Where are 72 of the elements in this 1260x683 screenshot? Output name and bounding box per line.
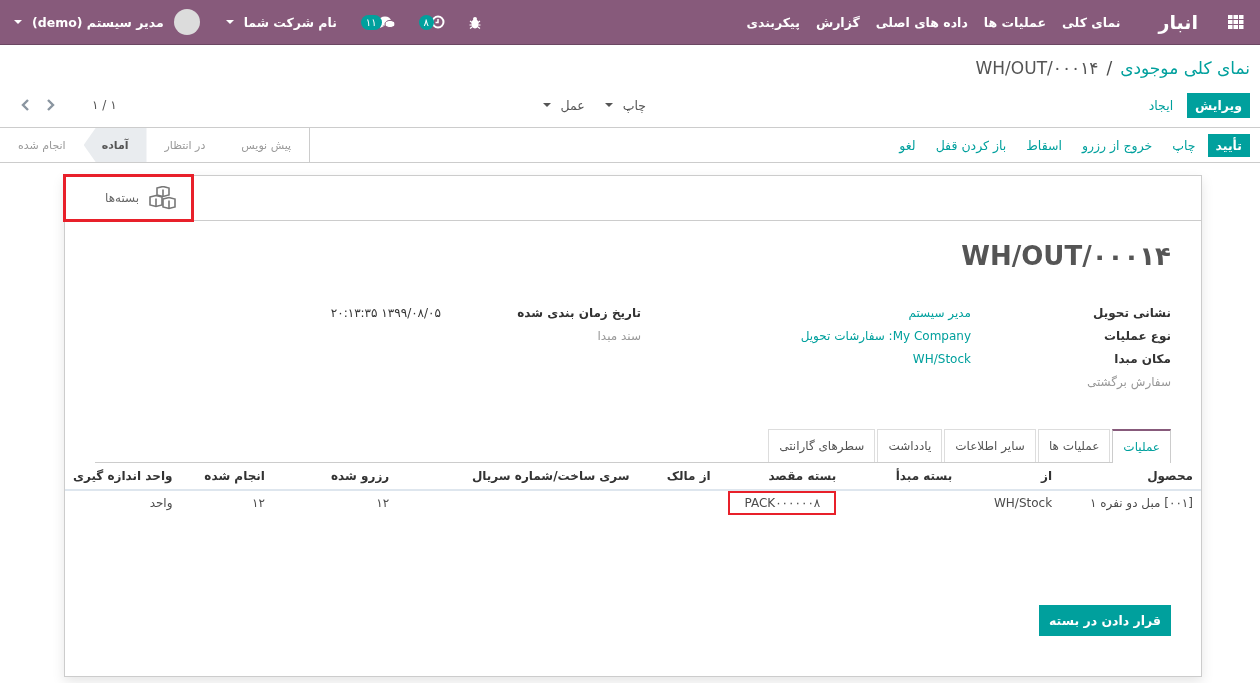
dropdown-button[interactable]: عمل	[556, 93, 589, 117]
messages-indicator[interactable]: ۱۱	[360, 14, 395, 30]
dropdown-button[interactable]: چاپ	[618, 93, 650, 117]
breadcrumb-current: WH/OUT/۰۰۰۱۴	[975, 58, 1099, 78]
status-step[interactable]: آماده	[83, 128, 147, 162]
field-label: نوع عملیات	[1103, 328, 1171, 343]
action-button[interactable]: لغو	[891, 133, 924, 157]
field-value-link[interactable]: مدیر سیستم	[908, 305, 971, 320]
caret-icon	[225, 20, 234, 24]
put-in-pack-button[interactable]: قرار دادن در بسته	[1039, 605, 1171, 636]
menu-item[interactable]: داده های اصلی	[875, 14, 968, 30]
caret-icon	[14, 20, 22, 24]
field-label: مکان مبدا	[1113, 351, 1171, 366]
toolbar-button[interactable]: ویرایش	[1187, 92, 1250, 118]
toolbar-button[interactable]: ایجاد	[1140, 92, 1182, 118]
column-header[interactable]: محصول	[1060, 463, 1201, 490]
notebook-tab[interactable]: عملیات	[1112, 429, 1171, 463]
column-header[interactable]: بسته مبدأ	[844, 463, 961, 490]
column-header[interactable]: رزرو شده	[272, 463, 398, 490]
clock-icon	[430, 15, 445, 29]
boxes-icon	[149, 186, 178, 210]
record-title: WH/OUT/۰۰۰۱۴	[960, 241, 1171, 271]
action-button[interactable]: باز کردن قفل	[927, 133, 1015, 157]
field-value-link[interactable]: WH/Stock	[912, 351, 971, 366]
menu-item[interactable]: پیکربندی	[746, 14, 800, 30]
notebook-tab[interactable]: سطرهای گارانتی	[768, 429, 876, 462]
breadcrumb-link[interactable]: نمای کلی موجودی	[1120, 58, 1250, 78]
column-header[interactable]: انجام شده	[180, 463, 273, 490]
table-cell: WH/Stock	[993, 496, 1053, 510]
table-cell: PACK۰۰۰۰۰۰۸	[728, 491, 837, 515]
apps-grid-icon[interactable]	[1228, 15, 1244, 29]
pager-value: ۱ / ۱	[92, 98, 117, 112]
status-step[interactable]: انجام شده	[0, 128, 84, 162]
breadcrumb-separator: /	[1106, 58, 1113, 78]
action-button[interactable]: تأیید	[1207, 133, 1250, 157]
action-button[interactable]: چاپ	[1164, 133, 1204, 157]
field-label: سند مبدا	[596, 328, 641, 343]
table-cell: ۱۲	[252, 496, 265, 510]
user-menu[interactable]: مدیر سیستم (demo)	[32, 14, 164, 30]
action-button[interactable]: اسقاط	[1018, 133, 1070, 157]
activity-indicator[interactable]: ۸	[418, 14, 445, 30]
app-brand[interactable]: انبار	[1158, 11, 1198, 33]
notebook-tab[interactable]: سایر اطلاعات	[944, 429, 1036, 462]
field-value: ۱۳۹۹/۰۸/۰۵ ۲۰:۱۳:۳۵	[330, 305, 441, 320]
status-step[interactable]: پیش نویس	[223, 128, 310, 162]
notebook-tab[interactable]: یادداشت	[877, 429, 943, 462]
table-cell: [۰۰۱] مبل دو نفره ۱	[1089, 496, 1193, 510]
column-header[interactable]: سری ساخت/شماره سریال	[397, 463, 638, 490]
bug-icon[interactable]	[468, 15, 481, 29]
menu-item[interactable]: نمای کلی	[1061, 14, 1121, 30]
message-count-badge: ۱۱	[360, 14, 382, 30]
company-switcher[interactable]: نام شرکت شما	[243, 14, 337, 30]
column-header[interactable]: از	[960, 463, 1061, 490]
packages-smart-button[interactable]: بسته‌ها	[65, 176, 193, 220]
menu-item[interactable]: گزارش	[815, 14, 860, 30]
field-label: تاریخ زمان بندی شده	[516, 305, 641, 320]
column-header[interactable]: واحد اندازه گیری	[65, 463, 181, 490]
table-cell: ۱۲	[376, 496, 390, 510]
activity-count-badge: ۸	[418, 14, 434, 30]
field-value-link[interactable]: My Company: سفارشات تحویل	[800, 328, 971, 343]
field-label: نشانی تحویل	[1092, 305, 1171, 320]
notebook-tab[interactable]: عملیات ها	[1037, 429, 1111, 462]
field-label: سفارش برگشتی	[1085, 374, 1171, 389]
caret-icon	[542, 103, 551, 107]
caret-icon	[604, 103, 613, 107]
table-cell: واحد	[149, 496, 173, 510]
column-header[interactable]: بسته مقصد	[718, 463, 845, 490]
avatar-icon	[173, 9, 200, 35]
menu-item[interactable]: عملیات ها	[983, 14, 1046, 30]
action-button[interactable]: خروج از رزرو	[1073, 133, 1161, 157]
column-header[interactable]: از مالک	[637, 463, 719, 490]
status-step[interactable]: در انتظار	[146, 128, 224, 162]
